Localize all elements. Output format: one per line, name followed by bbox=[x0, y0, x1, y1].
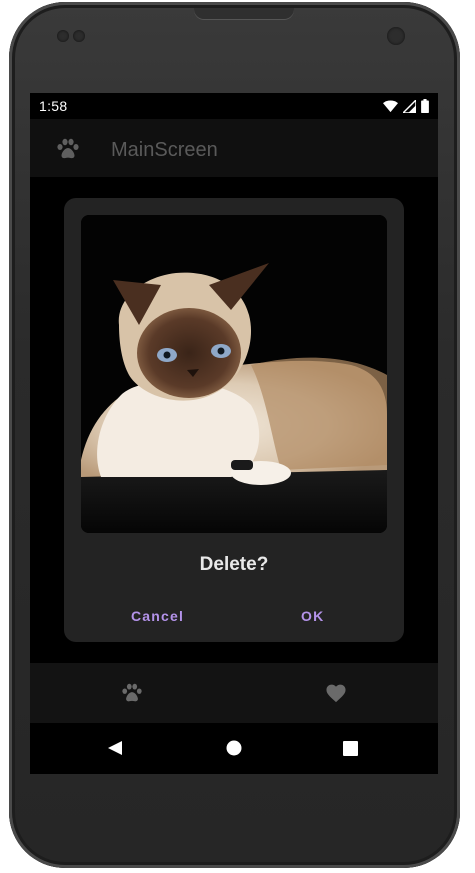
wifi-icon bbox=[383, 99, 398, 112]
paw-icon[interactable] bbox=[56, 138, 80, 160]
nav-item-favorites[interactable] bbox=[234, 663, 438, 723]
heart-icon bbox=[326, 684, 346, 703]
delete-dialog: Delete? Cancel OK bbox=[64, 198, 404, 642]
home-button[interactable] bbox=[223, 737, 245, 759]
app-bar-title: MainScreen bbox=[111, 139, 218, 161]
cancel-button[interactable]: Cancel bbox=[131, 608, 184, 624]
device-speaker bbox=[194, 8, 294, 20]
ok-button[interactable]: OK bbox=[301, 608, 324, 624]
system-nav-bar bbox=[30, 723, 438, 774]
status-icons bbox=[383, 98, 429, 114]
paw-icon bbox=[122, 683, 142, 702]
main-content: Delete? Cancel OK bbox=[30, 177, 438, 663]
back-button[interactable] bbox=[104, 737, 126, 759]
app-bar: MainScreen bbox=[30, 119, 438, 177]
device-camera bbox=[387, 27, 405, 45]
cat-photo bbox=[81, 215, 387, 533]
battery-icon bbox=[421, 99, 429, 113]
recents-icon bbox=[342, 740, 358, 756]
signal-icon bbox=[403, 99, 416, 113]
status-time: 1:58 bbox=[39, 98, 68, 114]
back-icon bbox=[108, 741, 122, 755]
nav-item-paw[interactable] bbox=[30, 663, 234, 723]
dialog-title: Delete? bbox=[199, 554, 269, 575]
status-bar: 1:58 bbox=[30, 93, 438, 119]
recents-button[interactable] bbox=[339, 737, 361, 759]
device-sensor bbox=[73, 30, 85, 42]
cat-illustration bbox=[81, 215, 387, 533]
device-sensor bbox=[57, 30, 69, 42]
bottom-nav bbox=[30, 663, 438, 723]
screen: 1:58 MainScreen Delete? Cancel OK bbox=[30, 93, 438, 774]
home-icon bbox=[226, 740, 242, 756]
